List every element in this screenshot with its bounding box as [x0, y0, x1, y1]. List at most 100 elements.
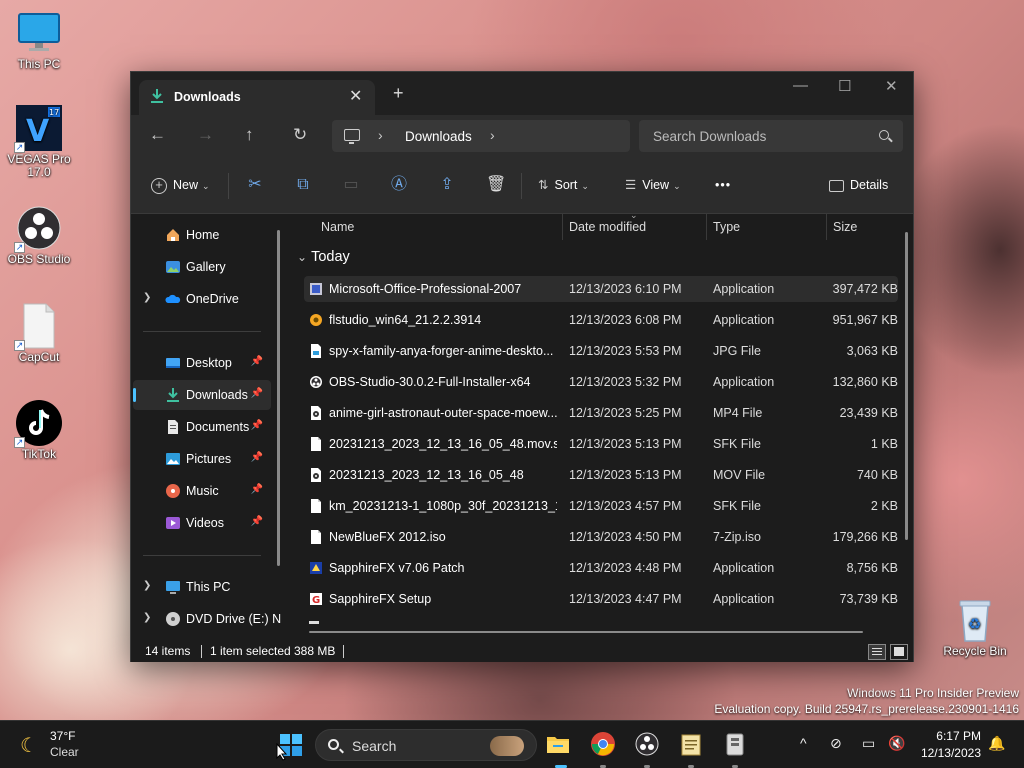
file-row[interactable]: anime-girl-astronaut-outer-space-moew...… [304, 400, 898, 426]
desktop-icon-obs-studio[interactable]: ↗ OBS Studio [3, 205, 75, 266]
pin-icon[interactable]: 📌 [251, 516, 263, 527]
pin-icon[interactable]: 📌 [251, 388, 263, 399]
sidebar-item-dvd-drive[interactable]: ❯ DVD Drive (E:) N [133, 604, 281, 634]
vertical-scrollbar[interactable] [905, 232, 908, 540]
desktop-icon-this-pc[interactable]: This PC [3, 10, 75, 71]
sidebar-item-pictures[interactable]: Pictures 📌 [133, 444, 271, 474]
file-icon: ↗ [14, 303, 62, 351]
up-button[interactable]: ↑ [245, 125, 254, 145]
taskbar-search-box[interactable]: Search [315, 729, 537, 761]
desktop-icon-recycle-bin[interactable]: ♻ Recycle Bin [939, 597, 1011, 658]
sidebar-item-gallery[interactable]: Gallery [133, 252, 271, 282]
sort-button[interactable]: ⇅ Sort ⌄ [538, 177, 589, 194]
file-name: 20231213_2023_12_13_16_05_48.mov.sfk [329, 437, 557, 451]
file-row[interactable]: 20231213_2023_12_13_16_05_48.mov.sfk 12/1… [304, 431, 898, 457]
title-bar[interactable]: Downloads ✕ + — ☐ ✕ [131, 72, 913, 115]
column-header-date-modified[interactable]: Date modified [569, 220, 646, 234]
display-icon[interactable]: ▭ [862, 735, 875, 752]
file-row[interactable]: 20231213_2023_12_13_16_05_48 12/13/2023 5… [304, 462, 898, 488]
column-divider[interactable] [706, 214, 707, 240]
details-pane-button[interactable]: Details [829, 177, 888, 193]
file-explorer-window[interactable]: Downloads ✕ + — ☐ ✕ ← → ↑ ↻ › Downloads … [130, 71, 914, 662]
taskbar-obs[interactable] [634, 731, 660, 757]
tab-downloads[interactable]: Downloads ✕ [139, 80, 375, 115]
sidebar-item-home[interactable]: Home [133, 220, 271, 250]
sidebar-item-this-pc[interactable]: ❯ This PC [133, 572, 271, 602]
file-row[interactable]: OBS-Studio-30.0.2-Full-Installer-x64 12/1… [304, 369, 898, 395]
taskbar-chrome[interactable] [590, 731, 616, 757]
file-row[interactable]: Microsoft-Office-Professional-2007 12/13/… [304, 276, 898, 302]
sidebar-scrollbar[interactable] [277, 230, 280, 566]
expand-chevron-icon[interactable]: ❯ [143, 292, 151, 303]
close-window-button[interactable]: ✕ [885, 77, 898, 95]
share-icon[interactable]: ⇪ [438, 176, 456, 194]
taskbar-archive[interactable] [722, 731, 748, 757]
address-bar[interactable]: › Downloads › [332, 120, 630, 152]
paste-icon[interactable]: ▭ [342, 176, 360, 194]
search-input[interactable]: Search Downloads [653, 129, 766, 144]
home-icon [165, 227, 181, 243]
taskbar-file-explorer[interactable] [545, 731, 571, 757]
file-size: 179,266 KB [832, 530, 898, 544]
search-box[interactable]: Search Downloads [639, 120, 903, 152]
refresh-button[interactable]: ↻ [293, 125, 307, 145]
sidebar-item-videos[interactable]: Videos 📌 [133, 508, 271, 538]
desktop-icon-tiktok[interactable]: ↗ TikTok [3, 400, 75, 461]
more-options-button[interactable]: ••• [715, 177, 731, 193]
breadcrumb-chevron-icon[interactable]: › [378, 127, 383, 143]
expand-chevron-icon[interactable]: ❯ [143, 612, 151, 623]
navigation-pane: Home Gallery ❯ OneDrive Desktop 📌 Downlo… [131, 214, 283, 639]
taskbar-clock[interactable]: 6:17 PM 12/13/2023 [920, 729, 981, 760]
cut-icon[interactable]: ✂ [246, 176, 264, 194]
pin-icon[interactable]: 📌 [251, 452, 263, 463]
column-divider[interactable] [826, 214, 827, 240]
forward-button[interactable]: → [197, 125, 214, 145]
sidebar-item-downloads[interactable]: Downloads 📌 [133, 380, 271, 410]
rename-icon[interactable]: Ⓐ [390, 176, 408, 194]
desktop-icon-vegas-pro[interactable]: V 17 ↗ VEGAS Pro 17.0 [3, 105, 75, 179]
file-row[interactable]: G SapphireFX Setup 12/13/2023 4:47 PM Appli… [304, 586, 898, 612]
show-hidden-icons-button[interactable]: ^ [800, 735, 807, 751]
file-row[interactable]: spy-x-family-anya-forger-anime-deskto...… [304, 338, 898, 364]
pin-icon[interactable]: 📌 [251, 484, 263, 495]
tiles-view-button[interactable] [890, 644, 908, 660]
file-row[interactable]: km_20231213-1_1080p_30f_20231213_184... 1… [304, 493, 898, 519]
breadcrumb-chevron-icon[interactable]: › [490, 127, 495, 143]
delete-icon[interactable]: 🗑 [486, 176, 506, 194]
volume-muted-icon[interactable]: 🔇 [888, 735, 905, 752]
taskbar-notepad[interactable] [678, 731, 704, 757]
file-row[interactable]: flstudio_win64_21.2.2.3914 12/13/2023 6:0… [304, 307, 898, 333]
back-button[interactable]: ← [149, 125, 166, 145]
group-header-today[interactable]: ⌄ Today [297, 249, 350, 265]
column-header-size[interactable]: Size [833, 220, 857, 234]
breadcrumb-downloads[interactable]: Downloads [405, 129, 472, 144]
network-disconnected-icon[interactable]: ⊘ [830, 735, 842, 752]
column-header-type[interactable]: Type [713, 220, 740, 234]
new-tab-button[interactable]: + [393, 84, 404, 102]
sidebar-item-documents[interactable]: Documents 📌 [133, 412, 271, 442]
desktop-icon-capcut[interactable]: ↗ CapCut [3, 303, 75, 364]
maximize-button[interactable]: ☐ [838, 77, 851, 95]
minimize-button[interactable]: — [793, 77, 808, 94]
expand-chevron-icon[interactable]: ❯ [143, 580, 151, 591]
column-divider[interactable] [562, 214, 563, 240]
file-row[interactable]: SapphireFX v7.06 Patch 12/13/2023 4:48 PM… [304, 555, 898, 581]
video-file-icon [309, 405, 323, 421]
horizontal-scrollbar[interactable] [309, 631, 863, 633]
view-button[interactable]: ☰ View ⌄ [625, 177, 681, 194]
tab-close-button[interactable]: ✕ [349, 86, 362, 106]
sidebar-item-desktop[interactable]: Desktop 📌 [133, 348, 271, 378]
new-button[interactable]: + New ⌄ [151, 177, 210, 194]
column-header-name[interactable]: Name [321, 220, 354, 234]
pin-icon[interactable]: 📌 [251, 420, 263, 431]
copy-icon[interactable]: ⧉ [294, 176, 312, 194]
file-size: 8,756 KB [846, 561, 898, 575]
file-row[interactable]: NewBlueFX 2012.iso 12/13/2023 4:50 PM 7-Zi… [304, 524, 898, 550]
pin-icon[interactable]: 📌 [251, 356, 263, 367]
details-view-button[interactable] [868, 644, 886, 660]
sidebar-item-music[interactable]: Music 📌 [133, 476, 271, 506]
sidebar-item-onedrive[interactable]: ❯ OneDrive [133, 284, 271, 314]
notification-bell-icon[interactable]: 🔔 [988, 735, 1005, 752]
file-row-partial[interactable] [309, 618, 323, 626]
weather-condition: Clear [50, 745, 79, 759]
